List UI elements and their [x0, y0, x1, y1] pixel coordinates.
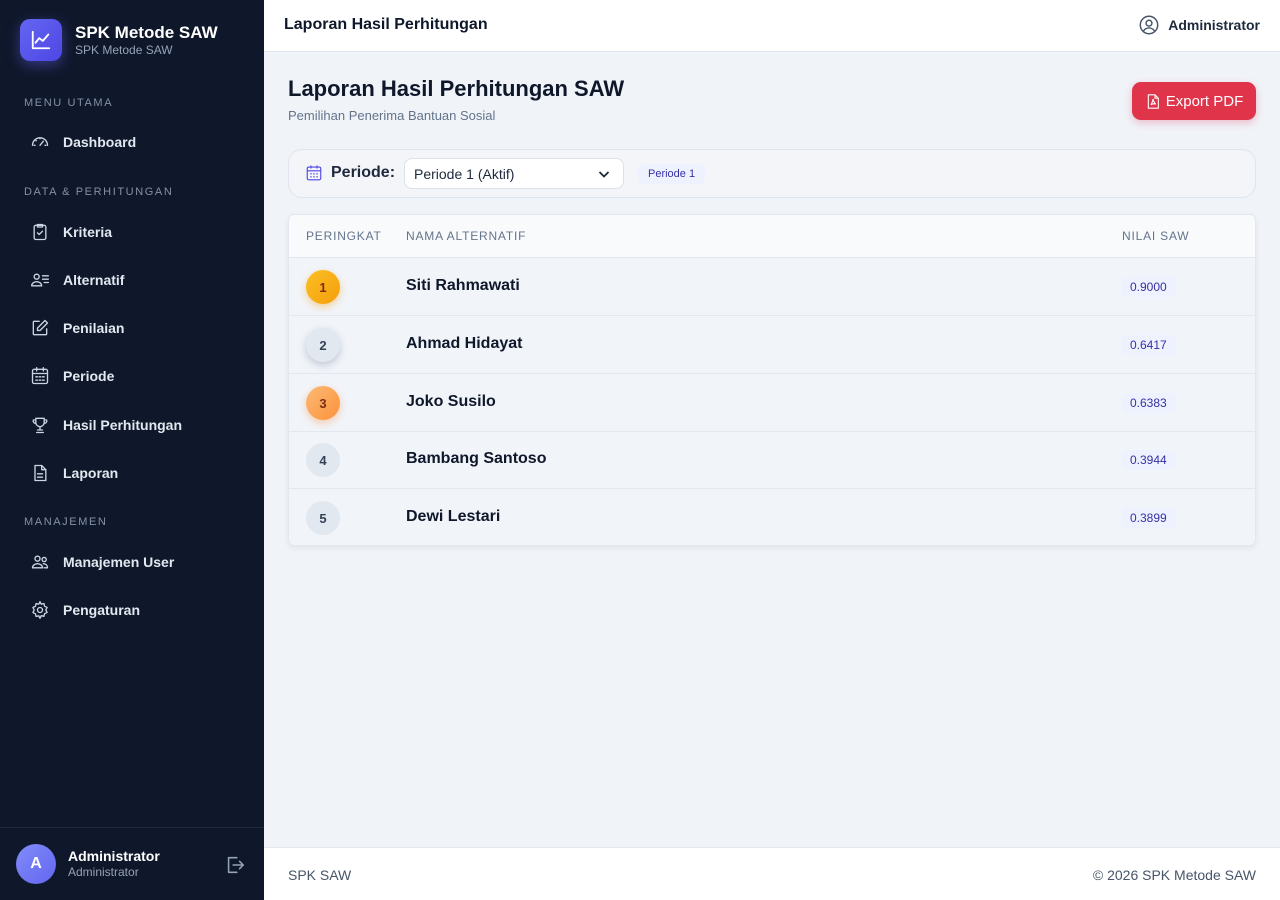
saw-score-badge: 0.6417 [1121, 335, 1176, 355]
rank-badge: 1 [306, 270, 340, 304]
users-icon [30, 552, 50, 572]
sidebar-user-role: Administrator [68, 865, 139, 879]
header-nilai-saw: NILAI SAW [1122, 229, 1190, 243]
alternative-name: Dewi Lestari [406, 508, 501, 525]
gear-icon [30, 600, 50, 620]
table-row: 1 Siti Rahmawati 0.9000 [289, 258, 1255, 316]
sidebar-item-manajemen-user[interactable]: Manajemen User [16, 542, 248, 582]
calendar-icon [306, 165, 322, 181]
sidebar-item-label: Kriteria [63, 224, 113, 240]
avatar[interactable]: A [16, 844, 56, 884]
topbar-user-name: Administrator [1168, 17, 1260, 33]
chevron-down-icon [598, 171, 610, 178]
period-filter-label-group: Periode: [305, 164, 395, 182]
rank-badge: 3 [306, 386, 340, 420]
sidebar-item-label: Alternatif [63, 272, 125, 288]
table-row: 3 Joko Susilo 0.6383 [289, 374, 1255, 432]
sidebar-user: A Administrator Administrator [0, 827, 264, 900]
header-nama-alternatif: NAMA ALTERNATIF [406, 229, 527, 243]
saw-score-badge: 0.9000 [1121, 277, 1176, 297]
nav-section-manajemen: MANAJEMEN [24, 516, 108, 528]
nav-section-data-perhitungan: DATA & PERHITUNGAN [24, 186, 174, 198]
page-subtitle: Pemilihan Penerima Bantuan Sosial [288, 108, 496, 123]
sidebar-user-name: Administrator [68, 848, 160, 864]
topbar-title: Laporan Hasil Perhitungan [284, 16, 488, 33]
footer-copyright: © 2026 SPK Metode SAW [1092, 867, 1256, 883]
logout-icon[interactable] [224, 854, 246, 876]
table-row: 2 Ahmad Hidayat 0.6417 [289, 316, 1255, 374]
brand[interactable]: SPK Metode SAW SPK Metode SAW [20, 19, 218, 61]
sidebar-item-label: Laporan [63, 465, 119, 481]
period-select[interactable]: Periode 1 (Aktif) [404, 158, 624, 189]
table-header: PERINGKAT NAMA ALTERNATIF NILAI SAW [289, 215, 1255, 258]
saw-score-badge: 0.6383 [1121, 393, 1176, 413]
export-pdf-label: Export PDF [1165, 92, 1244, 110]
trophy-icon [30, 415, 50, 435]
pdf-file-icon [1147, 93, 1159, 109]
sidebar-item-label: Penilaian [63, 320, 125, 336]
sidebar-item-kriteria[interactable]: Kriteria [16, 212, 248, 252]
header-peringkat: PERINGKAT [306, 229, 382, 243]
alternative-name: Bambang Santoso [406, 450, 547, 467]
page-title: Laporan Hasil Perhitungan SAW [288, 76, 625, 101]
table-row: 4 Bambang Santoso 0.3944 [289, 431, 1255, 489]
users-list-icon [30, 270, 50, 290]
saw-score-badge: 0.3899 [1121, 508, 1176, 528]
clipboard-check-icon [30, 222, 50, 242]
table-row: 5 Dewi Lestari 0.3899 [289, 489, 1255, 545]
brand-title: SPK Metode SAW [75, 23, 218, 42]
period-select-value: Periode 1 (Aktif) [414, 165, 515, 182]
export-pdf-button[interactable]: Export PDF [1132, 82, 1256, 120]
rank-badge: 4 [306, 443, 340, 477]
sidebar-item-laporan[interactable]: Laporan [16, 453, 248, 493]
alternative-name: Siti Rahmawati [406, 277, 520, 294]
sidebar-item-periode[interactable]: Periode [16, 356, 248, 396]
sidebar-item-pengaturan[interactable]: Pengaturan [16, 590, 248, 630]
edit-icon [30, 318, 50, 338]
rank-badge: 5 [306, 501, 340, 535]
sidebar-item-label: Hasil Perhitungan [63, 417, 183, 433]
alternative-name: Joko Susilo [406, 393, 496, 410]
footer-app-name: SPK SAW [288, 867, 352, 883]
brand-subtitle: SPK Metode SAW [75, 43, 173, 57]
nav-section-menu-utama: MENU UTAMA [24, 97, 114, 109]
sidebar-item-label: Pengaturan [63, 602, 141, 618]
document-icon [30, 463, 50, 483]
topbar: Laporan Hasil Perhitungan Administrator [264, 0, 1280, 52]
sidebar-item-dashboard[interactable]: Dashboard [16, 122, 248, 162]
sidebar-item-alternatif[interactable]: Alternatif [16, 260, 248, 300]
sidebar-item-penilaian[interactable]: Penilaian [16, 308, 248, 348]
footer: SPK SAW © 2026 SPK Metode SAW [264, 847, 1280, 900]
sidebar-item-label: Manajemen User [63, 554, 175, 570]
sidebar-item-label: Dashboard [63, 134, 137, 150]
sidebar: SPK Metode SAW SPK Metode SAW MENU UTAMA… [0, 0, 264, 900]
period-filter-label: Periode: [331, 164, 396, 181]
gauge-icon [30, 132, 50, 152]
rank-badge: 2 [306, 328, 340, 362]
alternative-name: Ahmad Hidayat [406, 335, 523, 352]
chart-line-icon [20, 19, 62, 61]
user-circle-icon [1139, 15, 1159, 35]
period-badge: Periode 1 [638, 164, 706, 184]
sidebar-item-hasil-perhitungan[interactable]: Hasil Perhitungan [16, 405, 248, 445]
sidebar-item-label: Periode [63, 368, 115, 384]
topbar-user-menu[interactable]: Administrator [1138, 14, 1260, 36]
calendar-icon [30, 366, 50, 386]
period-filter: Periode: Periode 1 (Aktif) Periode 1 [288, 149, 1256, 198]
results-table: PERINGKAT NAMA ALTERNATIF NILAI SAW 1 Si… [288, 214, 1256, 546]
saw-score-badge: 0.3944 [1121, 450, 1176, 470]
